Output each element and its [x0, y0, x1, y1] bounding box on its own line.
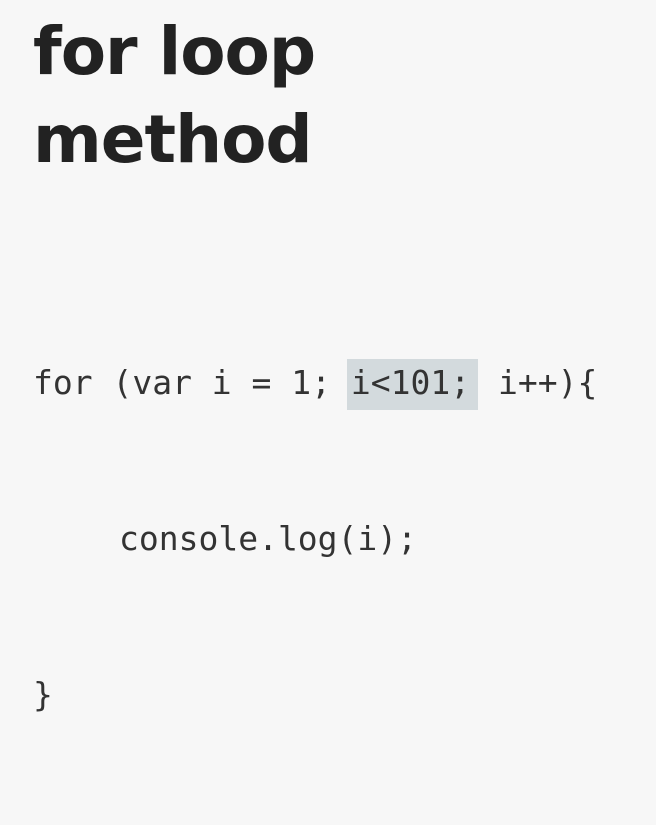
- highlighted-condition: i<101;: [346, 359, 479, 410]
- code-line-2-text: console.log(i);: [119, 519, 418, 558]
- title-line-2: method: [33, 101, 313, 178]
- code-line-3: }: [33, 669, 597, 721]
- slide: for loop method for (var i = 1; i<101; i…: [0, 0, 656, 714]
- code-line-1-start: for (var i = 1;: [33, 363, 351, 402]
- code-line-3-text: }: [33, 675, 53, 714]
- code-line-1-end: i++){: [478, 363, 598, 402]
- code-line-2: console.log(i);: [33, 513, 597, 565]
- code-line-1: for (var i = 1; i<101; i++){: [33, 357, 598, 410]
- slide-title: for loop method: [33, 8, 316, 184]
- title-line-1: for loop: [33, 13, 316, 90]
- code-block: for (var i = 1; i<101; i++){ console.log…: [33, 253, 597, 825]
